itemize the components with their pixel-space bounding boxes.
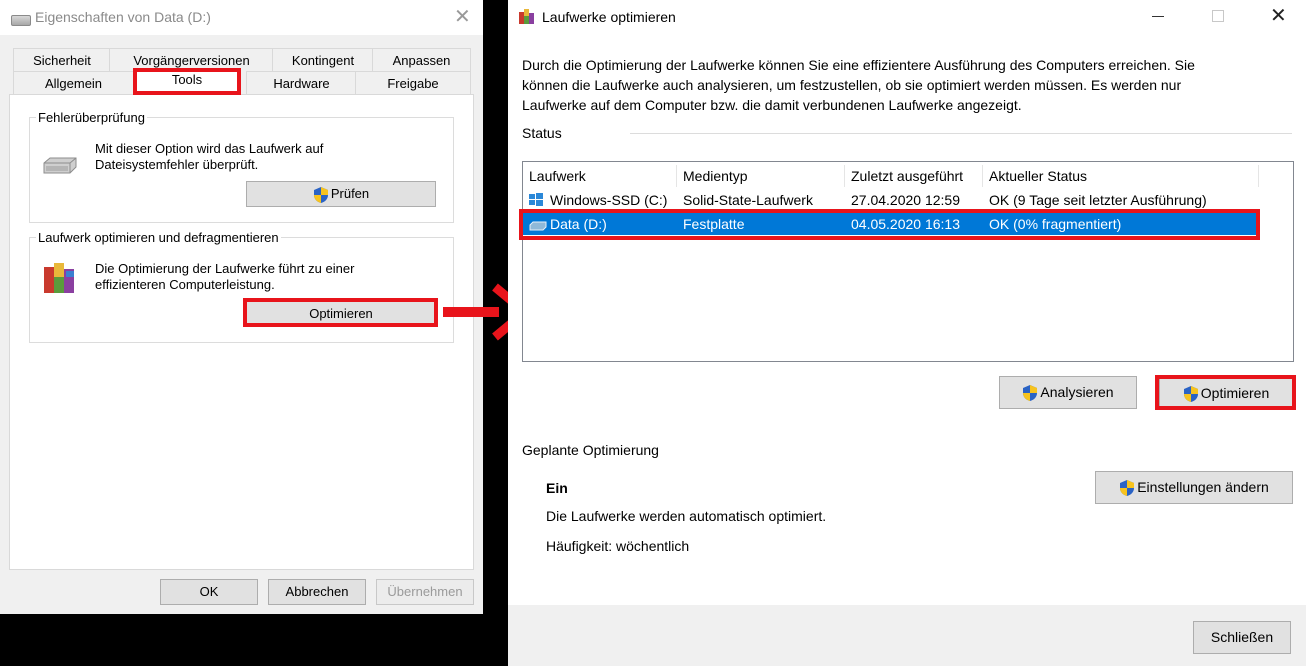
optimize-button-highlight [243, 298, 438, 327]
status-divider [630, 133, 1292, 134]
error-check-text: Mit dieser Option wird das Laufwerk auf … [95, 141, 324, 172]
defrag-icon [42, 261, 78, 297]
row-status: OK (9 Tage seit letzter Ausführung) [989, 192, 1207, 208]
selected-row-highlight [519, 209, 1260, 240]
status-label: Status [522, 125, 562, 141]
uac-shield-icon [1120, 480, 1135, 497]
hard-drive-icon [42, 157, 77, 174]
close-icon[interactable]: ✕ [454, 7, 471, 27]
ok-button[interactable]: OK [160, 579, 258, 605]
row-last-run: 27.04.2020 12:59 [851, 192, 960, 208]
uac-shield-icon [1023, 385, 1038, 402]
analyze-button[interactable]: Analysieren [999, 376, 1137, 409]
optimize-button-highlight [1155, 375, 1296, 410]
tab-hardware[interactable]: Hardware [246, 71, 357, 94]
row-drive: Windows-SSD (C:) [550, 192, 668, 208]
column-laufwerk[interactable]: Laufwerk [523, 165, 677, 187]
scheduled-state: Ein [546, 480, 568, 496]
check-button-label: Prüfen [330, 186, 370, 201]
scheduled-label: Geplante Optimierung [522, 442, 659, 458]
description: Durch die Optimierung der Laufwerke könn… [522, 57, 1195, 113]
minimize-icon[interactable] [1152, 16, 1164, 17]
drive-icon [11, 15, 31, 26]
footer [508, 605, 1306, 666]
change-settings-button[interactable]: Einstellungen ändern [1095, 471, 1293, 504]
scheduled-text: Die Laufwerke werden automatisch optimie… [546, 508, 827, 524]
row-media: Solid-State-Laufwerk [683, 192, 813, 208]
window-title: Laufwerke optimieren [542, 9, 676, 25]
cancel-button[interactable]: Abbrechen [268, 579, 366, 605]
properties-dialog: Eigenschaften von Data (D:) ✕ Sicherheit… [0, 0, 483, 614]
tab-freigabe[interactable]: Freigabe [355, 71, 471, 94]
error-check-title: Fehlerüberprüfung [36, 110, 147, 125]
column-medientyp[interactable]: Medientyp [677, 165, 845, 187]
tab-anpassen[interactable]: Anpassen [372, 48, 471, 71]
change-settings-label: Einstellungen ändern [1137, 479, 1269, 495]
tab-sicherheit[interactable]: Sicherheit [13, 48, 111, 71]
optimize-group-title: Laufwerk optimieren und defragmentieren [36, 230, 281, 245]
tab-allgemein[interactable]: Allgemein [13, 71, 134, 94]
scheduled-frequency: Häufigkeit: wöchentlich [546, 538, 690, 554]
window-title: Eigenschaften von Data (D:) [35, 9, 211, 25]
apply-button[interactable]: Übernehmen [376, 579, 474, 605]
windows-drive-icon [529, 193, 543, 207]
optimize-text: Die Optimierung der Laufwerke führt zu e… [95, 261, 355, 292]
close-icon[interactable]: ✕ [1270, 6, 1287, 26]
app-icon [518, 8, 536, 26]
analyze-button-label: Analysieren [1040, 384, 1114, 400]
drives-list[interactable]: Laufwerk Medientyp Zuletzt ausgeführt Ak… [522, 161, 1294, 362]
column-status[interactable]: Aktueller Status [983, 165, 1259, 187]
close-button[interactable]: Schließen [1193, 621, 1291, 654]
optimize-drives-window: Laufwerke optimieren ✕ Durch die Optimie… [508, 0, 1306, 666]
tab-kontingent[interactable]: Kontingent [272, 48, 374, 71]
uac-shield-icon [313, 186, 328, 203]
tools-tab-highlight [133, 68, 241, 95]
column-zuletzt[interactable]: Zuletzt ausgeführt [845, 165, 983, 187]
table-row[interactable]: Windows-SSD (C:) Solid-State-Laufwerk 27… [523, 189, 1259, 211]
check-button[interactable]: Prüfen [246, 181, 436, 207]
maximize-icon[interactable] [1212, 10, 1224, 22]
